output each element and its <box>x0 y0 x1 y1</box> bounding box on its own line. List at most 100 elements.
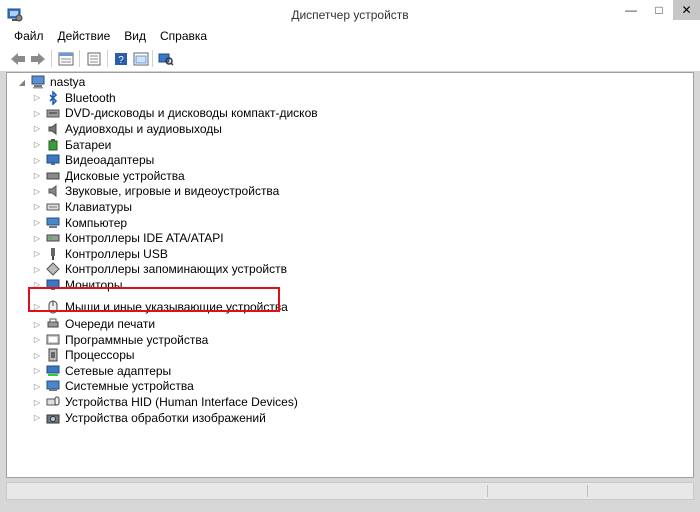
tree-item-print-queues[interactable]: ▷ Очереди печати <box>32 316 318 332</box>
network-adapter-icon <box>45 363 61 379</box>
expand-arrow-icon[interactable]: ▷ <box>32 168 42 184</box>
toolbar-separator <box>107 50 108 67</box>
printer-icon <box>45 316 61 332</box>
tree-item-display-adapters[interactable]: ▷ Видеоадаптеры <box>32 152 318 168</box>
tree-item-usb-controllers[interactable]: ▷ Контроллеры USB <box>32 246 318 262</box>
tree-item-system-devices[interactable]: ▷ Системные устройства <box>32 379 318 395</box>
expand-arrow-icon[interactable]: ▷ <box>32 121 42 137</box>
toolbar: ? <box>0 46 700 72</box>
expand-arrow-icon[interactable]: ▷ <box>32 246 42 262</box>
expand-arrow-icon[interactable]: ▷ <box>32 199 42 215</box>
expand-arrow-icon[interactable]: ▷ <box>32 378 42 394</box>
tree-item-bluetooth[interactable]: ▷ Bluetooth <box>32 90 318 106</box>
show-hidden-icon[interactable] <box>131 49 150 68</box>
help-icon[interactable]: ? <box>111 49 130 68</box>
expand-arrow-icon[interactable]: ▷ <box>32 90 42 106</box>
status-separator <box>587 485 588 497</box>
tree-item-label: Устройства HID (Human Interface Devices) <box>65 395 298 410</box>
tree-item-ide-controllers[interactable]: ▷ Контроллеры IDE ATA/ATAPI <box>32 230 318 246</box>
tree-item-label: Системные устройства <box>65 379 194 394</box>
speaker-icon <box>45 121 61 137</box>
tree-item-audio-io[interactable]: ▷ Аудиовходы и аудиовыходы <box>32 121 318 137</box>
expand-arrow-icon[interactable]: ▷ <box>32 347 42 363</box>
tree-item-label: Клавиатуры <box>65 199 132 214</box>
list-view-icon[interactable] <box>84 49 103 68</box>
disk-drive-icon <box>45 168 61 184</box>
tree-item-processors[interactable]: ▷ Процессоры <box>32 348 318 364</box>
expand-arrow-icon[interactable]: ▷ <box>32 394 42 410</box>
tree-item-label: Сетевые адаптеры <box>65 363 172 378</box>
imaging-device-icon <box>45 410 61 426</box>
expand-arrow-icon[interactable]: ▷ <box>32 332 42 348</box>
back-icon[interactable] <box>8 49 27 68</box>
window-title: Диспетчер устройств <box>291 8 409 22</box>
keyboard-icon <box>45 199 61 215</box>
maximize-button[interactable]: □ <box>645 0 673 20</box>
tree-item-computer[interactable]: ▷ Компьютер <box>32 215 318 231</box>
close-button[interactable]: ✕ <box>673 0 700 20</box>
menu-bar: Файл Действие Вид Справка <box>0 26 700 46</box>
storage-controller-icon <box>45 261 61 277</box>
expand-arrow-icon[interactable]: ▷ <box>32 152 42 168</box>
menu-view[interactable]: Вид <box>117 26 153 46</box>
tree-item-label: Видеоадаптеры <box>65 153 155 168</box>
processor-icon <box>45 347 61 363</box>
tree-root-node[interactable]: ◢ nastya <box>17 74 85 90</box>
device-category-list: ▷ Bluetooth ▷ DVD-дисководы и дисководы … <box>32 90 318 425</box>
dvd-drive-icon <box>45 105 61 121</box>
tree-item-label: Дисковые устройства <box>65 168 185 183</box>
expand-arrow-icon[interactable]: ▷ <box>32 316 42 332</box>
tree-item-label: Компьютер <box>65 215 128 230</box>
expand-arrow-icon[interactable]: ▷ <box>32 105 42 121</box>
tree-item-label: Очереди печати <box>65 317 156 332</box>
software-device-icon <box>45 332 61 348</box>
highlight-annotation-box <box>28 287 280 312</box>
tree-item-label: Батареи <box>65 137 112 152</box>
tree-item-software-devices[interactable]: ▷ Программные устройства <box>32 332 318 348</box>
bluetooth-icon <box>45 90 61 106</box>
tree-root-label: nastya <box>50 75 86 89</box>
forward-icon[interactable] <box>28 49 47 68</box>
status-bar <box>6 482 694 500</box>
expand-arrow-icon[interactable]: ▷ <box>32 137 42 153</box>
computer-icon <box>30 74 46 90</box>
toolbar-separator <box>79 50 80 67</box>
device-tree-panel[interactable]: ◢ nastya ▷ Bluetooth ▷ DVD-дисководы и д… <box>6 72 694 478</box>
tree-item-dvd[interactable]: ▷ DVD-дисководы и дисководы компакт-диск… <box>32 106 318 122</box>
collapse-arrow-icon[interactable]: ◢ <box>17 74 27 90</box>
tree-item-label: Устройства обработки изображений <box>65 410 266 425</box>
tree-item-disk-drives[interactable]: ▷ Дисковые устройства <box>32 168 318 184</box>
tree-item-sound-devices[interactable]: ▷ Звуковые, игровые и видеоустройства <box>32 184 318 200</box>
tree-item-label: Процессоры <box>65 348 135 363</box>
tree-item-keyboards[interactable]: ▷ Клавиатуры <box>32 199 318 215</box>
properties-icon[interactable] <box>56 49 75 68</box>
tree-item-network-adapters[interactable]: ▷ Сетевые адаптеры <box>32 363 318 379</box>
tree-item-label: Bluetooth <box>65 90 116 105</box>
battery-icon <box>45 137 61 153</box>
expand-arrow-icon[interactable]: ▷ <box>32 230 42 246</box>
scan-hardware-icon[interactable] <box>156 49 175 68</box>
expand-arrow-icon[interactable]: ▷ <box>32 363 42 379</box>
hid-icon <box>45 394 61 410</box>
svg-text:?: ? <box>118 55 124 66</box>
display-adapter-icon <box>45 152 61 168</box>
minimize-button[interactable]: — <box>617 0 645 20</box>
expand-arrow-icon[interactable]: ▷ <box>32 261 42 277</box>
expand-arrow-icon[interactable]: ▷ <box>32 410 42 426</box>
toolbar-separator <box>51 50 52 67</box>
tree-item-imaging-devices[interactable]: ▷ Устройства обработки изображений <box>32 410 318 426</box>
menu-action[interactable]: Действие <box>51 26 118 46</box>
status-separator <box>487 485 488 497</box>
tree-item-label: Звуковые, игровые и видеоустройства <box>65 184 280 199</box>
tree-item-label: Контроллеры IDE ATA/ATAPI <box>65 231 224 246</box>
toolbar-separator <box>152 50 153 67</box>
sound-icon <box>45 183 61 199</box>
tree-item-label: DVD-дисководы и дисководы компакт-дисков <box>65 106 318 121</box>
menu-help[interactable]: Справка <box>153 26 214 46</box>
tree-item-hid[interactable]: ▷ Устройства HID (Human Interface Device… <box>32 394 318 410</box>
expand-arrow-icon[interactable]: ▷ <box>32 183 42 199</box>
tree-item-storage-controllers[interactable]: ▷ Контроллеры запоминающих устройств <box>32 262 318 278</box>
expand-arrow-icon[interactable]: ▷ <box>32 215 42 231</box>
tree-item-batteries[interactable]: ▷ Батареи <box>32 137 318 153</box>
menu-file[interactable]: Файл <box>0 26 51 46</box>
